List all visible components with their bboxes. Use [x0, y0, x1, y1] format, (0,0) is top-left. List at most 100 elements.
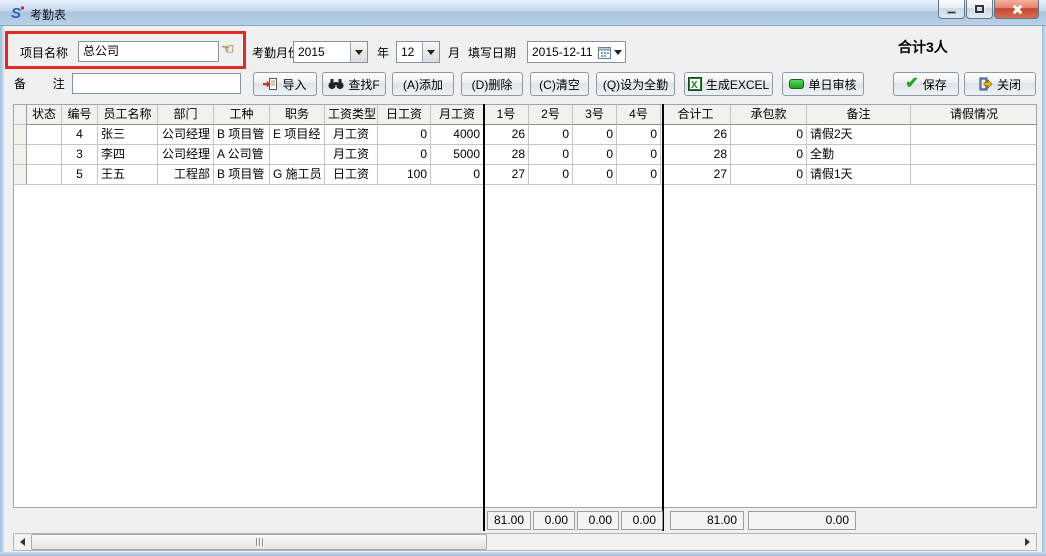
table-cell[interactable]: 请假2天: [807, 125, 911, 145]
year-select[interactable]: 2015: [293, 41, 368, 63]
table-cell[interactable]: E 项目经: [270, 125, 325, 145]
table-cell[interactable]: 26: [661, 125, 731, 145]
scrollbar-thumb[interactable]: [31, 534, 487, 550]
table-cell[interactable]: G 施工员: [270, 165, 325, 185]
table-cell[interactable]: 100: [378, 165, 431, 185]
date-picker[interactable]: 2015-12-11: [527, 41, 626, 63]
column-header[interactable]: 请假情况: [911, 105, 1037, 125]
table-cell[interactable]: [911, 165, 1037, 185]
table-cell[interactable]: B 项目管: [214, 125, 270, 145]
table-cell[interactable]: 26: [484, 125, 529, 145]
table-cell[interactable]: 3: [62, 145, 98, 165]
table-cell[interactable]: 28: [484, 145, 529, 165]
row-indicator[interactable]: [14, 165, 27, 185]
table-cell[interactable]: 0: [573, 165, 617, 185]
table-cell[interactable]: 请假1天: [807, 165, 911, 185]
table-cell[interactable]: [27, 125, 62, 145]
table-cell[interactable]: A 公司管: [214, 145, 270, 165]
table-cell[interactable]: 全勤: [807, 145, 911, 165]
table-cell[interactable]: 27: [661, 165, 731, 185]
table-cell[interactable]: 28: [661, 145, 731, 165]
month-select-arrow[interactable]: [422, 42, 439, 62]
table-cell[interactable]: 0: [378, 145, 431, 165]
table-cell[interactable]: 5000: [431, 145, 484, 165]
horizontal-scrollbar[interactable]: [13, 533, 1037, 551]
column-header[interactable]: 承包款: [731, 105, 807, 125]
month-select[interactable]: 12: [396, 41, 440, 63]
minimize-button[interactable]: [938, 0, 965, 19]
column-header[interactable]: 日工资: [378, 105, 431, 125]
table-cell[interactable]: 0: [529, 145, 573, 165]
table-cell[interactable]: [27, 165, 62, 185]
maximize-button[interactable]: [966, 0, 993, 19]
table-cell[interactable]: [270, 145, 325, 165]
column-header[interactable]: 部门: [158, 105, 214, 125]
column-header[interactable]: 3号: [573, 105, 617, 125]
column-header[interactable]: 工种: [214, 105, 270, 125]
column-header[interactable]: 2号: [529, 105, 573, 125]
table-cell[interactable]: 0: [529, 165, 573, 185]
column-header[interactable]: 1号: [484, 105, 529, 125]
table-cell[interactable]: 日工资: [325, 165, 378, 185]
close-button[interactable]: [994, 0, 1039, 19]
close-window-button[interactable]: 关闭: [964, 72, 1036, 96]
scroll-left-button[interactable]: [14, 534, 31, 550]
row-indicator[interactable]: [14, 125, 27, 145]
scroll-right-button[interactable]: [1019, 534, 1036, 550]
column-header[interactable]: 4号: [617, 105, 661, 125]
row-indicator[interactable]: [14, 145, 27, 165]
save-button[interactable]: ✔ 保存: [893, 72, 959, 96]
column-header[interactable]: 职务: [270, 105, 325, 125]
import-button[interactable]: 导入: [253, 72, 317, 96]
table-cell[interactable]: 0: [529, 125, 573, 145]
table-cell[interactable]: 0: [731, 145, 807, 165]
table-cell[interactable]: [911, 125, 1037, 145]
column-header[interactable]: 员工名称: [98, 105, 158, 125]
row-indicator[interactable]: [14, 105, 27, 125]
column-header[interactable]: 工资类型: [325, 105, 378, 125]
table-cell[interactable]: 0: [731, 165, 807, 185]
table-cell[interactable]: [911, 145, 1037, 165]
column-header[interactable]: 合计工: [661, 105, 731, 125]
table-cell[interactable]: 月工资: [325, 125, 378, 145]
table-cell[interactable]: [27, 145, 62, 165]
clear-button[interactable]: (C)清空: [530, 72, 589, 96]
table-cell[interactable]: 0: [573, 125, 617, 145]
table-cell[interactable]: 0: [573, 145, 617, 165]
set-full-attendance-button[interactable]: (Q)设为全勤: [596, 72, 675, 96]
table-cell[interactable]: 0: [431, 165, 484, 185]
generate-excel-button[interactable]: X 生成EXCEL: [684, 72, 773, 96]
table-cell[interactable]: 0: [617, 165, 661, 185]
table-cell[interactable]: 0: [617, 145, 661, 165]
table-cell[interactable]: 公司经理: [158, 125, 214, 145]
add-button[interactable]: (A)添加: [392, 72, 454, 96]
delete-button[interactable]: (D)删除: [461, 72, 523, 96]
column-header[interactable]: 状态: [27, 105, 62, 125]
table-cell[interactable]: 0: [731, 125, 807, 145]
find-button[interactable]: 查找F: [322, 72, 386, 96]
table-cell[interactable]: 0: [617, 125, 661, 145]
table-cell[interactable]: 李四: [98, 145, 158, 165]
column-header[interactable]: 备注: [807, 105, 911, 125]
table-cell[interactable]: 月工资: [325, 145, 378, 165]
table-cell[interactable]: 王五: [98, 165, 158, 185]
table-cell[interactable]: B 项目管: [214, 165, 270, 185]
project-name-input[interactable]: 总公司: [78, 41, 219, 62]
table-cell[interactable]: 4000: [431, 125, 484, 145]
note-input[interactable]: [72, 73, 241, 94]
calendar-icon[interactable]: [598, 46, 611, 59]
table-cell[interactable]: 5: [62, 165, 98, 185]
table-cell[interactable]: 4: [62, 125, 98, 145]
date-dropdown-icon[interactable]: [614, 50, 622, 55]
table-cell[interactable]: 27: [484, 165, 529, 185]
table-cell[interactable]: 张三: [98, 125, 158, 145]
year-select-arrow[interactable]: [350, 42, 367, 62]
hand-pointer-icon[interactable]: ☜: [221, 40, 234, 58]
table-cell[interactable]: 工程部: [158, 165, 214, 185]
title-bar[interactable]: S 考勤表: [0, 0, 1046, 26]
table-cell[interactable]: 0: [378, 125, 431, 145]
table-cell[interactable]: 公司经理: [158, 145, 214, 165]
column-header[interactable]: 月工资: [431, 105, 484, 125]
column-header[interactable]: 编号: [62, 105, 98, 125]
daily-audit-button[interactable]: 单日审核: [782, 72, 864, 96]
